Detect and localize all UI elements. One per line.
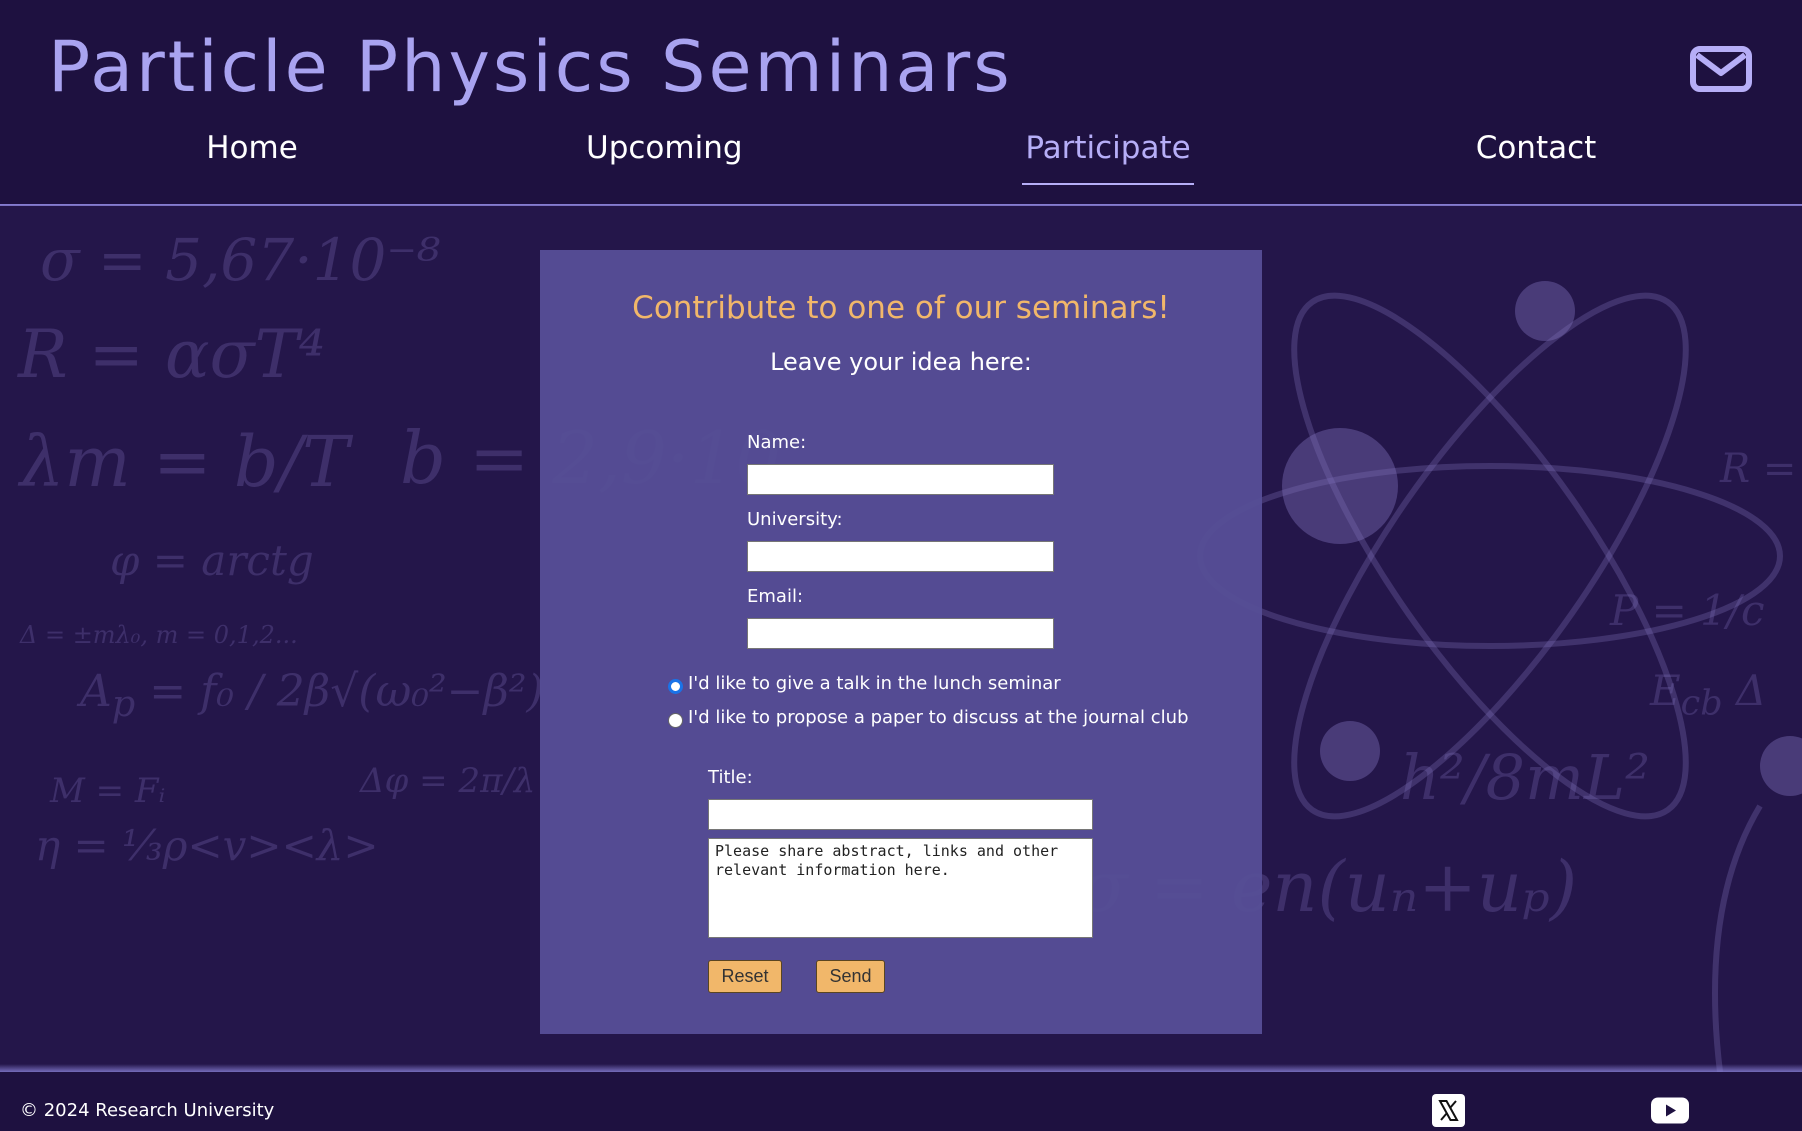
copyright-text: © 2024 Research University [20, 1100, 275, 1121]
paper-radio[interactable] [668, 713, 683, 728]
site-title: Particle Physics Seminars [48, 26, 1013, 108]
nav-upcoming[interactable]: Upcoming [586, 130, 743, 166]
email-input[interactable] [747, 618, 1054, 649]
nav-contact[interactable]: Contact [1472, 130, 1600, 166]
participate-form-panel: Contribute to one of our seminars! Leave… [540, 250, 1262, 1034]
talk-radio-label: I'd like to give a talk in the lunch sem… [688, 673, 1061, 694]
details-textarea[interactable]: Please share abstract, links and other r… [708, 838, 1093, 938]
main-content: σ = 5,67·10⁻⁸ R = ασT⁴ λm = b/T b = 2,9·… [0, 206, 1802, 1072]
name-input[interactable] [747, 464, 1054, 495]
talk-radio[interactable] [668, 679, 683, 694]
nav-home[interactable]: Home [194, 130, 310, 166]
nav-active-indicator [1022, 183, 1194, 185]
university-label: University: [747, 509, 843, 530]
paper-radio-label: I'd like to propose a paper to discuss a… [688, 707, 1189, 728]
x-twitter-icon[interactable] [1432, 1094, 1465, 1127]
reset-button[interactable]: Reset [708, 960, 782, 993]
nav-participate[interactable]: Participate [1022, 130, 1194, 166]
form-subheading: Leave your idea here: [770, 348, 1032, 376]
send-button[interactable]: Send [816, 960, 885, 993]
title-label: Title: [708, 767, 753, 788]
site-header: Particle Physics Seminars Home Upcoming … [0, 0, 1802, 206]
university-input[interactable] [747, 541, 1054, 572]
main-nav: Home Upcoming Participate Contact [0, 130, 1802, 190]
form-heading: Contribute to one of our seminars! [632, 290, 1170, 326]
title-input[interactable] [708, 799, 1093, 830]
email-label: Email: [747, 586, 804, 607]
name-label: Name: [747, 432, 807, 453]
site-footer: © 2024 Research University [0, 1072, 1802, 1131]
youtube-icon[interactable] [1650, 1094, 1690, 1127]
envelope-icon[interactable] [1690, 46, 1752, 92]
